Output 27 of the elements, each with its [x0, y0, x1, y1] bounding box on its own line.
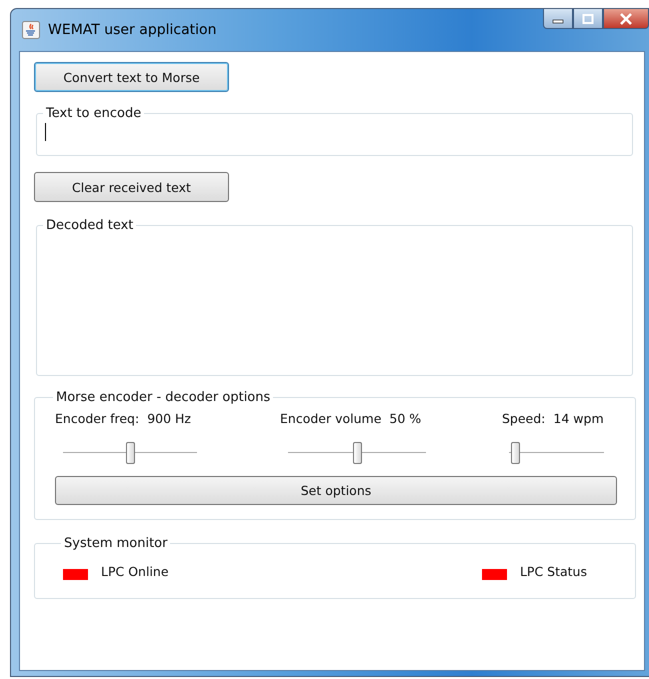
slider-thumb[interactable]: [126, 442, 135, 464]
app-icon: [22, 21, 40, 39]
maximize-button[interactable]: [573, 9, 603, 29]
group-label: Text to encode: [45, 106, 142, 121]
close-button[interactable]: [603, 9, 649, 29]
slider-label: Speed:: [502, 411, 546, 426]
convert-button[interactable]: Convert text to Morse: [34, 62, 229, 92]
window-title: WEMAT user application: [48, 22, 216, 38]
slider-reading: 14 wpm: [553, 411, 604, 426]
group-label: Morse encoder - decoder options: [55, 390, 272, 405]
indicator-label: LPC Status: [520, 564, 587, 579]
set-options-button[interactable]: Set options: [55, 476, 617, 505]
maximize-icon: [582, 14, 594, 24]
slider-reading: 900 Hz: [147, 411, 191, 426]
text-to-encode-field[interactable]: Text to encode: [36, 106, 633, 156]
slider-reading: 50 %: [389, 411, 422, 426]
text-cursor: [45, 123, 46, 141]
clear-button[interactable]: Clear received text: [34, 172, 229, 202]
group-label: Decoded text: [45, 218, 134, 233]
slider-thumb[interactable]: [353, 442, 362, 464]
slider-label: Encoder volume: [280, 411, 382, 426]
slider-thumb[interactable]: [510, 442, 520, 464]
indicator-label: LPC Online: [101, 564, 169, 579]
group-label: System monitor: [63, 536, 168, 551]
slider-label: Encoder freq:: [55, 411, 140, 426]
close-icon: [619, 12, 633, 24]
minimize-button[interactable]: [543, 9, 573, 29]
